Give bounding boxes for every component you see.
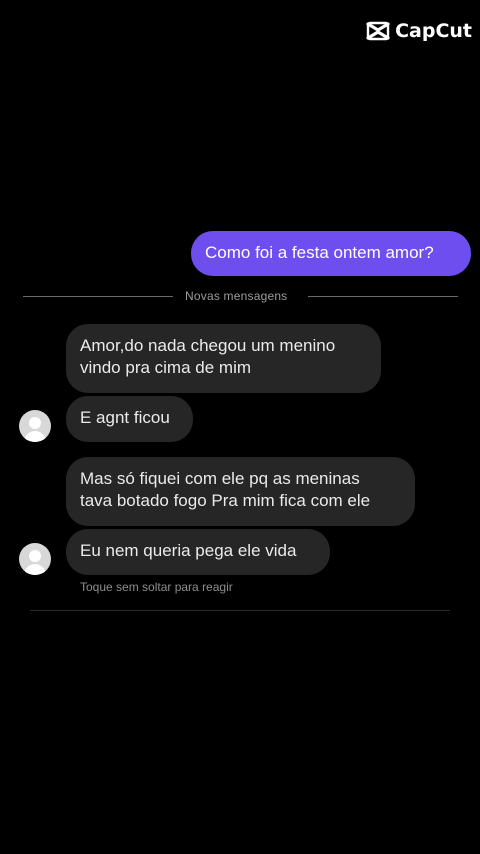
divider-right-line [308, 296, 458, 297]
sender-avatar[interactable] [19, 543, 51, 575]
incoming-message-4[interactable]: Eu nem queria pega ele vida [66, 529, 330, 575]
incoming-message-3[interactable]: Mas só fiquei com ele pq as meninas tava… [66, 457, 415, 526]
incoming-message-1-line2: vindo pra cima de mim [80, 358, 252, 377]
incoming-message-2-text: E agnt ficou [80, 408, 170, 427]
incoming-message-1-line1: Amor,do nada chegou um menino [80, 336, 336, 355]
incoming-message-4-text: Eu nem queria pega ele vida [80, 541, 297, 560]
incoming-message-3-line2: tava botado fogo Pra mim fica com ele [80, 491, 371, 510]
incoming-message-2[interactable]: E agnt ficou [66, 396, 193, 442]
incoming-message-3-line1: Mas só fiquei com ele pq as meninas [80, 469, 360, 488]
watermark-text: CapCut [395, 20, 472, 42]
new-messages-divider: Novas mensagens [185, 289, 288, 303]
outgoing-message[interactable]: Como foi a festa ontem amor? [191, 231, 471, 276]
capcut-watermark: CapCut [365, 18, 472, 44]
reaction-hint: Toque sem soltar para reagir [80, 580, 233, 594]
sender-avatar[interactable] [19, 410, 51, 442]
incoming-message-1[interactable]: Amor,do nada chegou um menino vindo pra … [66, 324, 381, 393]
bottom-divider [30, 610, 450, 611]
capcut-logo-icon [366, 21, 390, 41]
outgoing-message-text: Como foi a festa ontem amor? [205, 243, 434, 262]
divider-left-line [23, 296, 173, 297]
